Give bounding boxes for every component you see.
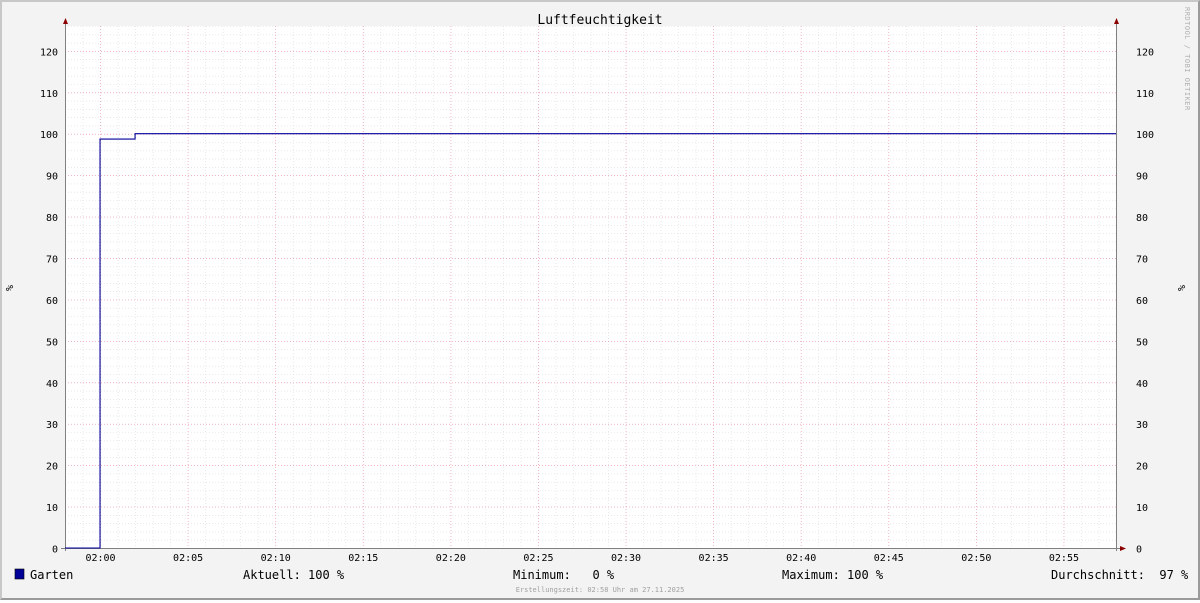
y-tick-label-left: 20 xyxy=(46,462,58,473)
x-tick-label: 02:45 xyxy=(874,553,904,564)
y-axis-arrow-right xyxy=(1114,18,1119,24)
x-tick-label: 02:40 xyxy=(786,553,816,564)
x-tick-label: 02:50 xyxy=(961,553,991,564)
y-tick-label-left: 110 xyxy=(40,89,58,100)
x-tick-label: 02:30 xyxy=(611,553,641,564)
chart-title: Luftfeuchtigkeit xyxy=(537,13,662,28)
legend-maximum: Maximum: 100 % xyxy=(782,568,884,582)
y-tick-label-right: 70 xyxy=(1136,255,1148,266)
y-axis-label-right: % xyxy=(1177,285,1188,291)
humidity-chart: 02:00 02:05 02:10 02:15 02:20 02:25 02:30 02:35… xyxy=(2,2,1198,598)
y-tick-label-left: 10 xyxy=(46,503,58,514)
y-tick-label-right: 80 xyxy=(1136,213,1148,224)
legend-series-label: Garten xyxy=(30,568,73,582)
y-tick-label-right: 10 xyxy=(1136,503,1148,514)
x-tick-label: 02:25 xyxy=(523,553,553,564)
x-tick-label: 02:10 xyxy=(261,553,291,564)
x-tick-label: 02:35 xyxy=(699,553,729,564)
legend-average: Durchschnitt: 97 % xyxy=(1051,568,1189,582)
y-tick-label-left: 100 xyxy=(40,130,58,141)
y-tick-label-left: 60 xyxy=(46,296,58,307)
creation-time-footer: Erstellungszeit: 02:58 Uhr am 27.11.2025 xyxy=(516,586,685,594)
y-tick-label-right: 40 xyxy=(1136,379,1148,390)
y-axis-label-left: % xyxy=(5,285,16,291)
y-tick-label-right: 50 xyxy=(1136,337,1148,348)
y-tick-label-left: 50 xyxy=(46,337,58,348)
y-tick-label-right: 100 xyxy=(1136,130,1154,141)
legend-current: Aktuell: 100 % xyxy=(243,568,345,582)
y-tick-label-right: 110 xyxy=(1136,89,1154,100)
y-tick-label-right: 60 xyxy=(1136,296,1148,307)
y-tick-label-right: 30 xyxy=(1136,420,1148,431)
y-tick-label-left: 40 xyxy=(46,379,58,390)
rrdtool-watermark: RRDTOOL / TOBI OETIKER xyxy=(1183,7,1191,111)
y-tick-label-left: 120 xyxy=(40,47,58,58)
y-tick-label-right: 120 xyxy=(1136,47,1154,58)
legend-minimum: Minimum: 0 % xyxy=(513,568,615,582)
x-axis-arrow xyxy=(1120,546,1126,551)
x-tick-label: 02:15 xyxy=(348,553,378,564)
y-tick-label-right: 90 xyxy=(1136,172,1148,183)
legend-swatch-garten xyxy=(15,569,24,579)
x-tick-label: 02:05 xyxy=(173,553,203,564)
x-tick-label: 02:55 xyxy=(1049,553,1079,564)
y-tick-label-right: 20 xyxy=(1136,462,1148,473)
plot-area xyxy=(65,26,1116,548)
y-tick-label-left: 80 xyxy=(46,213,58,224)
y-tick-label-left: 90 xyxy=(46,172,58,183)
y-tick-label-left: 30 xyxy=(46,420,58,431)
x-tick-label: 02:00 xyxy=(85,553,115,564)
y-tick-label-right: 0 xyxy=(1136,545,1142,556)
chart-frame: 02:00 02:05 02:10 02:15 02:20 02:25 02:30 02:35… xyxy=(0,0,1200,600)
y-axis-arrow-left xyxy=(63,18,68,24)
x-tick-label: 02:20 xyxy=(436,553,466,564)
y-tick-label-left: 0 xyxy=(52,545,58,556)
y-tick-label-left: 70 xyxy=(46,255,58,266)
